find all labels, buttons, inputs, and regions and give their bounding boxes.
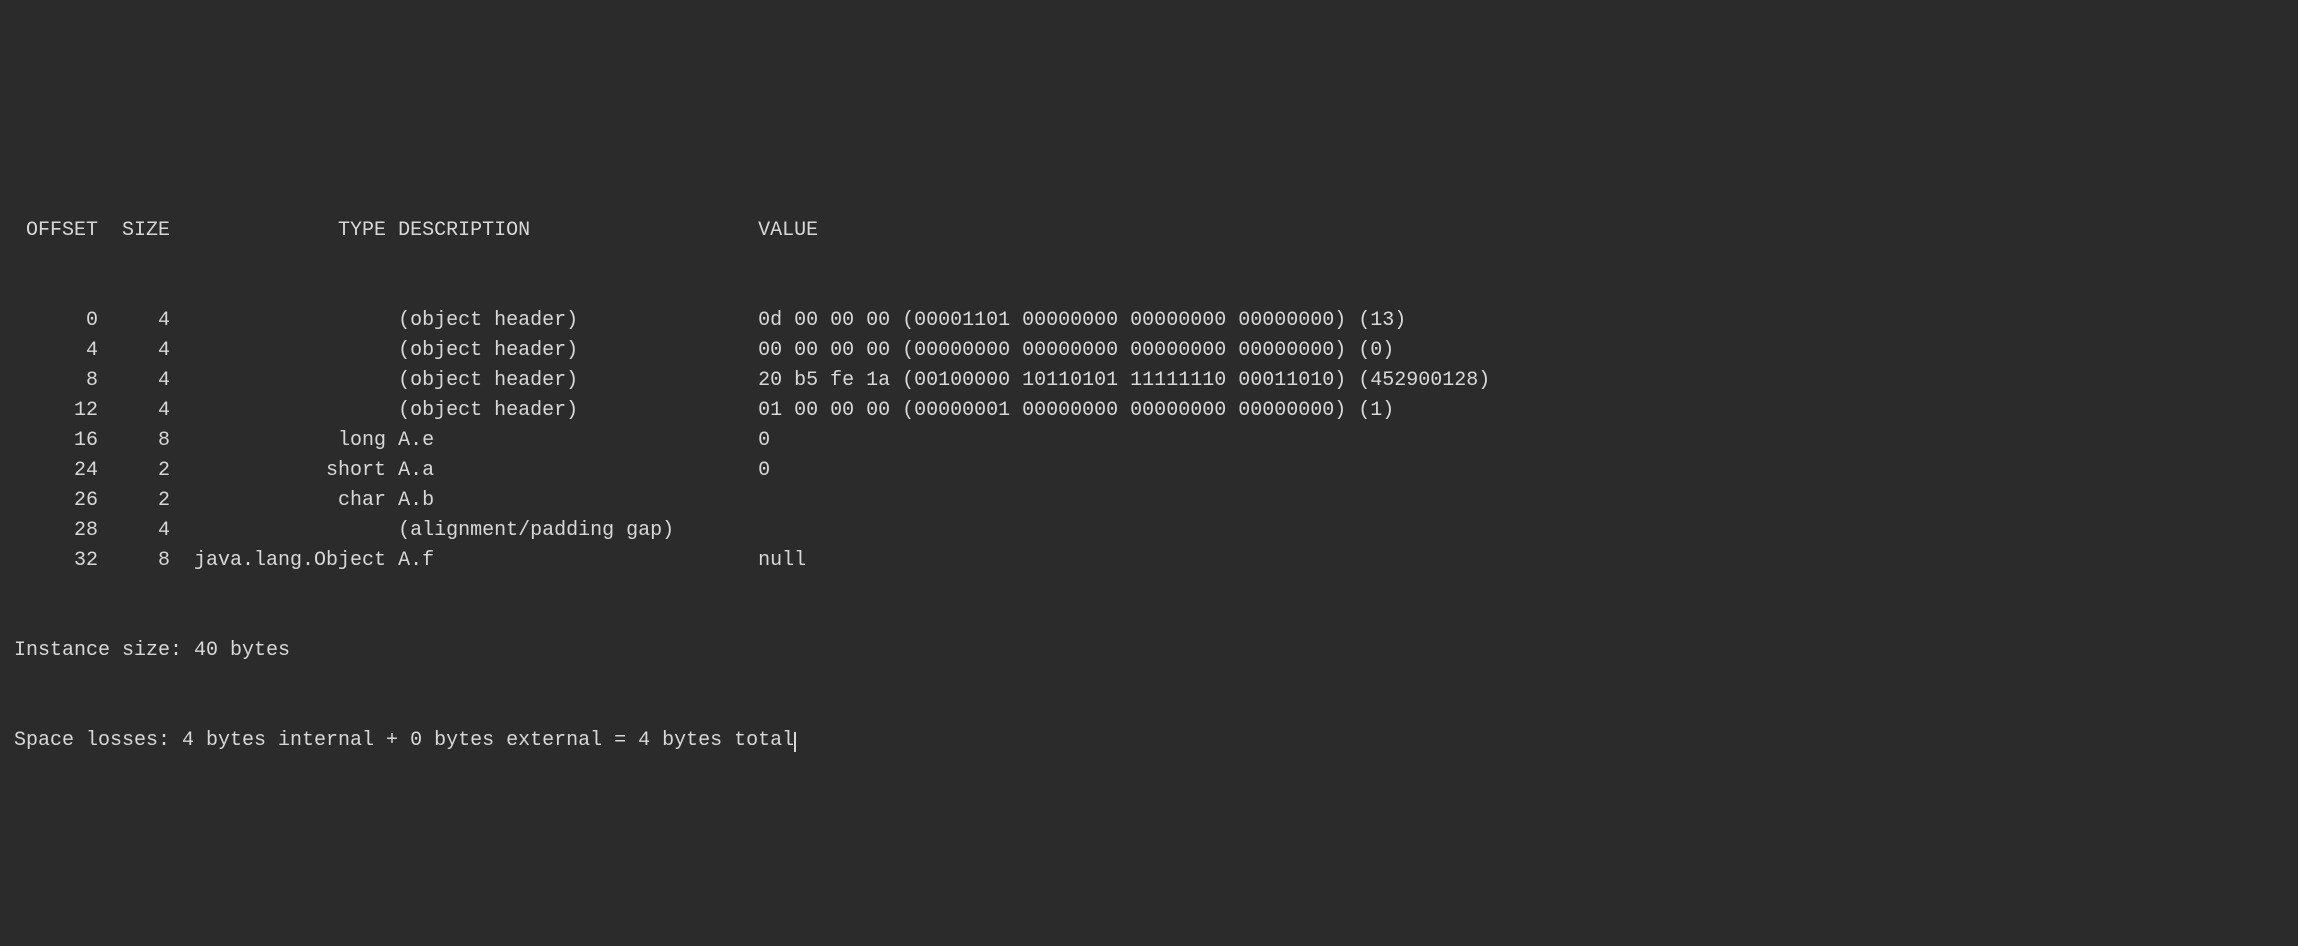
table-row: 0 4 (object header) 0d 00 00 00 (0000110… — [14, 306, 2284, 336]
table-row: 32 8 java.lang.Object A.f null — [14, 546, 2284, 576]
table-row: 4 4 (object header) 00 00 00 00 (0000000… — [14, 336, 2284, 366]
instance-size-line: Instance size: 40 bytes — [14, 636, 2284, 666]
table-row: 28 4 (alignment/padding gap) — [14, 516, 2284, 546]
table-row: 24 2 short A.a 0 — [14, 456, 2284, 486]
table-row: 26 2 char A.b — [14, 486, 2284, 516]
space-losses-line: Space losses: 4 bytes internal + 0 bytes… — [14, 726, 2284, 756]
text-cursor — [794, 732, 796, 752]
object-layout-output: OFFSET SIZE TYPE DESCRIPTION VALUE 0 4 (… — [0, 150, 2298, 796]
table-row: 12 4 (object header) 01 00 00 00 (000000… — [14, 396, 2284, 426]
table-row: 8 4 (object header) 20 b5 fe 1a (0010000… — [14, 366, 2284, 396]
table-row: 16 8 long A.e 0 — [14, 426, 2284, 456]
table-body: 0 4 (object header) 0d 00 00 00 (0000110… — [14, 306, 2284, 576]
space-losses-text: Space losses: 4 bytes internal + 0 bytes… — [14, 729, 794, 752]
header-row: OFFSET SIZE TYPE DESCRIPTION VALUE — [14, 216, 2284, 246]
